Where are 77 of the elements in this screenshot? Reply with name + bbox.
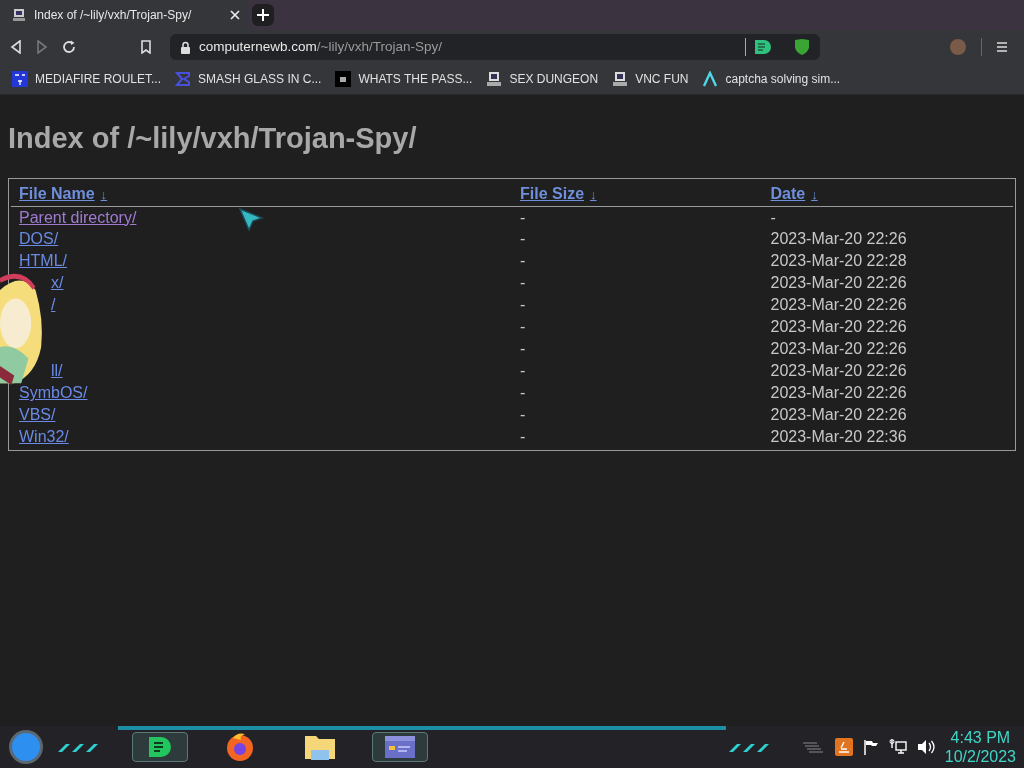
bookmark-link[interactable]: SEX DUNGEON	[486, 70, 599, 88]
window-icon	[383, 734, 417, 760]
date-cell-text: 2023-Mar-20 22:26	[769, 273, 908, 294]
date-cell-text: 2023-Mar-20 22:26	[769, 361, 908, 382]
shield-icon[interactable]	[794, 38, 810, 56]
extension-icon[interactable]	[754, 39, 772, 55]
date-cell-text: 2023-Mar-20 22:26	[769, 229, 908, 250]
file-size-cell-text: -	[519, 339, 527, 360]
directory-link[interactable]: HTML/	[19, 252, 67, 270]
chat-icon	[146, 735, 174, 759]
back-icon[interactable]	[10, 40, 22, 54]
lambda-icon	[702, 71, 719, 87]
sort-link[interactable]: ↓	[100, 186, 108, 202]
close-icon[interactable]	[230, 10, 240, 20]
date-cell: -	[762, 206, 1013, 229]
window-app-button[interactable]	[372, 732, 428, 762]
file-size-cell-text: -	[519, 405, 527, 426]
computer-icon	[612, 71, 629, 87]
bookmark-link[interactable]: captcha solving sim...	[702, 70, 841, 88]
file-size-cell-text: -	[519, 251, 527, 272]
bookmark-icon[interactable]	[140, 40, 152, 54]
tray-app-icon[interactable]	[834, 738, 853, 756]
file-size-cell-text: -	[519, 427, 527, 448]
clock-time[interactable]: 4:43 PM	[944, 727, 1016, 747]
directory-link[interactable]: x/	[51, 274, 64, 292]
directory-link[interactable]: DOS/	[19, 230, 59, 248]
column-header-link[interactable]: Date	[770, 184, 806, 202]
lock-icon	[180, 40, 191, 54]
directory-link[interactable]: ll/	[51, 362, 63, 380]
bookmark-link[interactable]: WHATS THE PASS...	[335, 70, 473, 88]
computer-icon	[486, 71, 503, 87]
address-bar[interactable]: computernewb.com/~lily/vxh/Trojan-Spy/	[170, 34, 820, 60]
network-icon[interactable]	[888, 739, 907, 755]
forward-icon[interactable]	[36, 40, 48, 54]
file-size-cell-text: -	[519, 383, 527, 404]
directory-link[interactable]: SymbOS/	[19, 384, 88, 402]
file-size-cell-text: -	[519, 361, 527, 382]
file-size-cell-text: -	[519, 295, 527, 316]
date-cell-text: 2023-Mar-20 22:28	[769, 251, 908, 272]
file-size-cell-text: -	[519, 229, 527, 250]
directory-link[interactable]: VBS/	[19, 406, 56, 424]
computer-icon	[12, 8, 26, 22]
file-size-cell: -	[512, 206, 763, 229]
bookmark-link[interactable]: MEDIAFIRE ROULET...	[12, 70, 162, 88]
date-cell-text: 2023-Mar-20 22:36	[769, 427, 908, 448]
directory-link[interactable]: /	[51, 296, 56, 314]
new-tab-button[interactable]	[252, 4, 274, 26]
reload-icon[interactable]	[62, 40, 76, 54]
page-heading: Index of /~lily/vxh/Trojan-Spy/	[8, 121, 418, 156]
date-cell-text: 2023-Mar-20 22:26	[769, 405, 908, 426]
start-button[interactable]	[8, 729, 44, 765]
volume-icon[interactable]	[916, 739, 935, 755]
file-size-cell-text: -	[519, 317, 527, 338]
flag-icon[interactable]	[862, 739, 879, 755]
browser-icon	[225, 732, 255, 762]
date-cell-text: 2023-Mar-20 22:26	[769, 317, 908, 338]
file-size-cell-text: -	[519, 273, 527, 294]
sort-link[interactable]: ↓	[811, 186, 818, 202]
directory-link[interactable]: Win32/	[19, 428, 69, 446]
clock-date[interactable]: 10/2/2023	[944, 747, 1016, 767]
browser-tab[interactable]: Index of /~lily/vxh/Trojan-Spy/	[0, 0, 248, 30]
chat-app-button[interactable]	[132, 732, 188, 762]
date-cell-text: 2023-Mar-20 22:26	[769, 295, 908, 316]
bookmark-link[interactable]: SMASH GLASS IN C...	[175, 70, 322, 88]
bookmark-link[interactable]: VNC FUN	[612, 70, 689, 88]
url-text: computernewb.com/~lily/vxh/Trojan-Spy/	[199, 37, 442, 56]
sigma-icon	[175, 71, 192, 87]
menu-icon[interactable]	[996, 41, 1008, 53]
date-cell-text: 2023-Mar-20 22:26	[769, 339, 908, 360]
plus-icon	[256, 8, 270, 22]
column-header-link[interactable]: File Name	[19, 184, 95, 202]
cursor-icon	[238, 207, 264, 233]
date-cell-text: 2023-Mar-20 22:26	[769, 383, 908, 404]
column-header-link[interactable]: File Size	[520, 184, 585, 202]
sort-link[interactable]: ↓	[590, 186, 597, 202]
directory-link[interactable]: Parent directory/	[19, 208, 137, 226]
mf-logo-icon	[12, 71, 28, 87]
